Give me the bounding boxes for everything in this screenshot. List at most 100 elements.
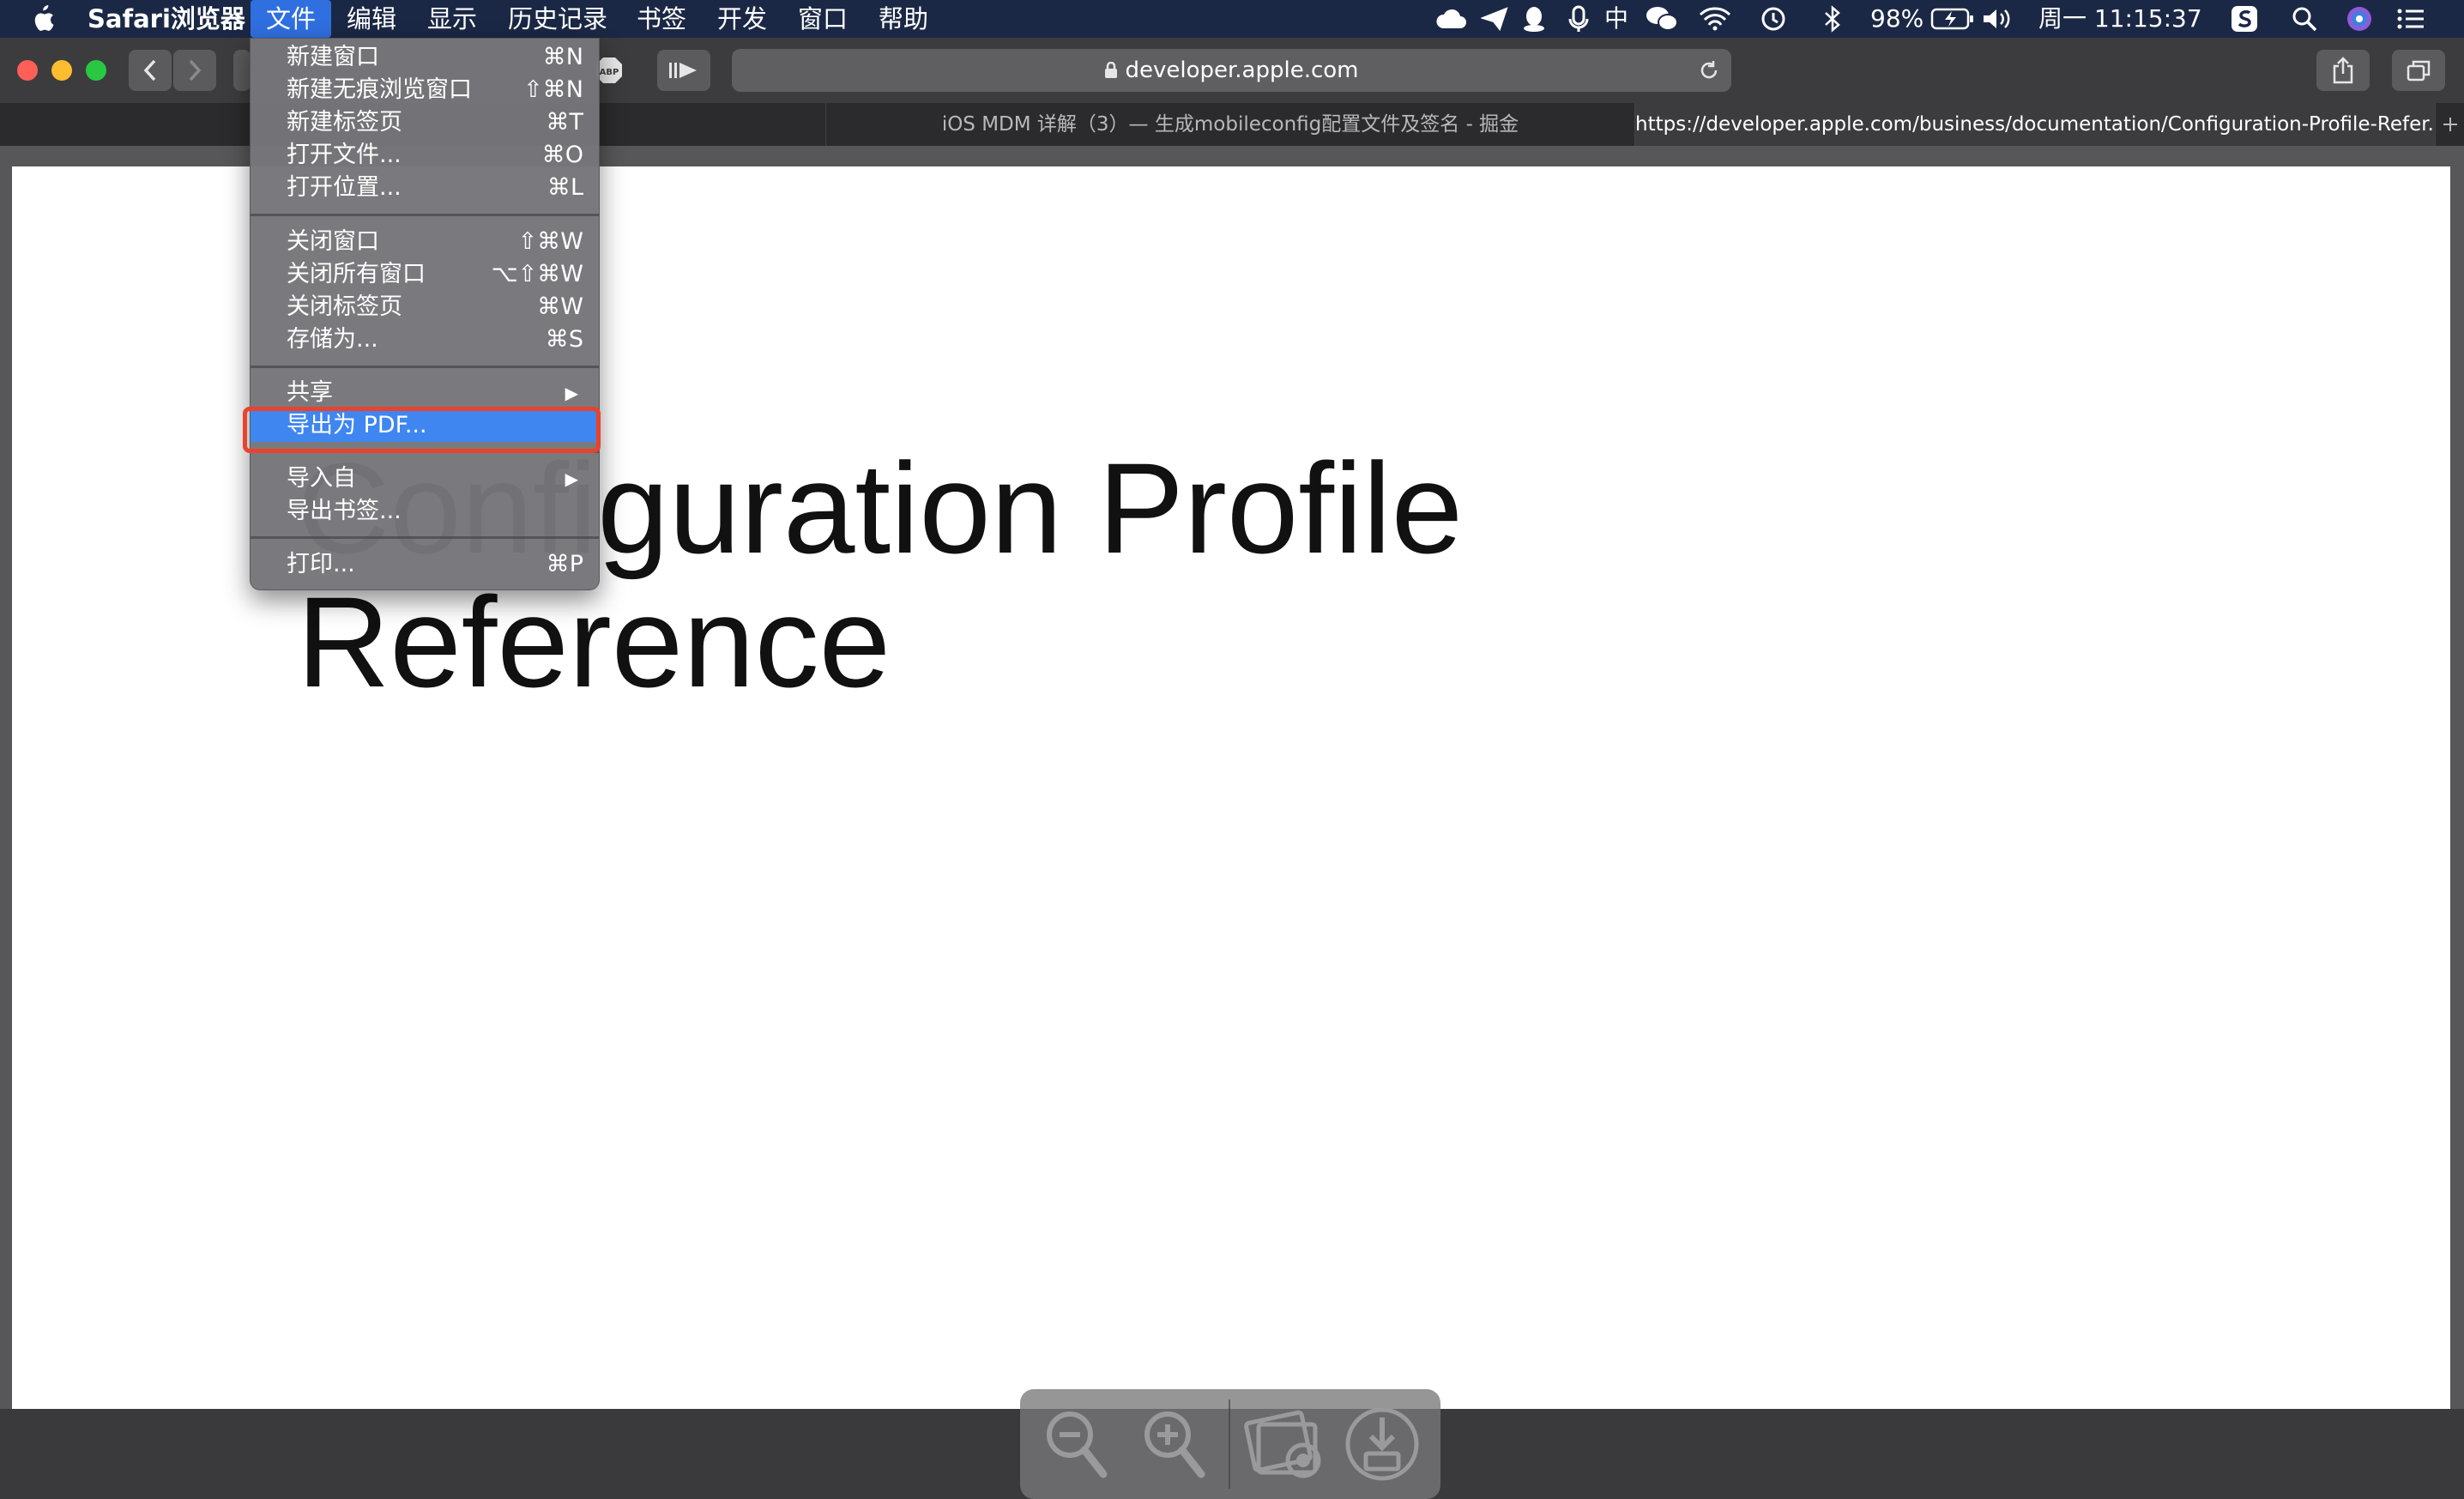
forward-button[interactable] xyxy=(173,50,216,91)
menu-item-shortcut: ⌘N xyxy=(542,44,583,70)
menu-separator xyxy=(251,536,599,539)
zoom-in-button[interactable] xyxy=(1132,1401,1217,1487)
menu-item-label: 打开位置... xyxy=(287,174,402,201)
download-pdf-button[interactable] xyxy=(1339,1401,1425,1487)
menu-item-label: 导入自 xyxy=(287,465,356,492)
chevron-right-icon xyxy=(189,59,202,82)
pdf-hud-toolbar xyxy=(1020,1389,1440,1499)
time-machine-icon[interactable] xyxy=(1755,0,1790,38)
close-window-button[interactable] xyxy=(17,60,38,81)
zoom-window-button[interactable] xyxy=(86,60,106,81)
chevron-left-icon xyxy=(143,59,156,82)
menu-bar: Safari浏览器 文件 编辑 显示 历史记录 书签 开发 窗口 帮助 中 98… xyxy=(0,0,2464,38)
siri-icon[interactable] xyxy=(2342,0,2376,38)
menu-edit[interactable]: 编辑 xyxy=(347,0,396,38)
menu-item-open-location[interactable]: 打开位置... ⌘L xyxy=(251,172,599,204)
address-bar[interactable]: developer.apple.com xyxy=(732,49,1731,92)
menu-item-shortcut: ⌘T xyxy=(546,109,584,136)
menu-view[interactable]: 显示 xyxy=(427,0,477,38)
menu-help[interactable]: 帮助 xyxy=(879,0,928,38)
apple-menu-icon[interactable] xyxy=(26,0,60,38)
zoom-out-icon xyxy=(1047,1411,1108,1478)
zoom-out-button[interactable] xyxy=(1034,1401,1120,1487)
menu-item-label: 存储为... xyxy=(287,326,378,353)
sidebar-button[interactable] xyxy=(233,50,251,91)
lock-icon xyxy=(1105,61,1118,78)
tab-juejin-article[interactable]: iOS MDM 详解（3）— 生成mobileconfig配置文件及签名 - 掘… xyxy=(825,103,1634,146)
menu-item-close-tab[interactable]: 关闭标签页 ⌘W xyxy=(251,291,599,323)
plus-icon xyxy=(2443,118,2457,131)
menu-app-name[interactable]: Safari浏览器 xyxy=(88,0,245,38)
minimize-window-button[interactable] xyxy=(51,60,72,81)
sogou-input-icon[interactable] xyxy=(2227,0,2262,38)
battery-charging-icon[interactable] xyxy=(1929,0,1977,38)
wechat-icon[interactable] xyxy=(1642,0,1682,38)
menu-item-shortcut: ⌘W xyxy=(537,293,583,320)
menu-bookmarks[interactable]: 书签 xyxy=(637,0,686,38)
volume-icon[interactable] xyxy=(1978,0,2016,38)
annotation-highlight-box xyxy=(243,407,601,453)
tab-overview-button[interactable] xyxy=(2392,50,2445,91)
menu-item-new-private-window[interactable]: 新建无痕浏览窗口 ⇧⌘N xyxy=(251,74,599,106)
input-method-indicator[interactable]: 中 xyxy=(1604,0,1628,38)
reload-icon[interactable] xyxy=(1697,58,1721,82)
svg-text:ABP: ABP xyxy=(600,68,619,77)
menu-item-shortcut: ⇧⌘W xyxy=(517,228,583,255)
submenu-arrow-icon: ▶ xyxy=(565,468,578,489)
open-in-preview-button[interactable] xyxy=(1241,1401,1327,1487)
battery-percentage[interactable]: 98% xyxy=(1870,0,1923,38)
submenu-arrow-icon: ▶ xyxy=(565,383,578,403)
menu-develop[interactable]: 开发 xyxy=(717,0,767,38)
paper-plane-icon[interactable] xyxy=(1477,0,1512,38)
menu-window[interactable]: 窗口 xyxy=(798,0,848,38)
menu-file[interactable]: 文件 xyxy=(251,0,332,38)
menu-item-label: 共享 xyxy=(287,379,333,406)
menu-separator xyxy=(251,214,599,216)
tab-apple-developer[interactable]: https://developer.apple.com/business/doc… xyxy=(1634,103,2435,146)
menu-item-label: 新建标签页 xyxy=(287,109,402,136)
new-tab-button[interactable] xyxy=(2435,103,2464,146)
menu-item-label: 关闭窗口 xyxy=(287,228,379,255)
menu-item-label: 关闭所有窗口 xyxy=(287,261,426,287)
menu-item-import-from[interactable]: 导入自 ▶ xyxy=(251,462,599,495)
menu-item-close-all-windows[interactable]: 关闭所有窗口 ⌥⇧⌘W xyxy=(251,258,599,291)
download-icon xyxy=(1345,1407,1419,1481)
menu-item-label: 打开文件... xyxy=(287,142,402,168)
share-button[interactable] xyxy=(2316,50,2370,91)
menu-item-save-as[interactable]: 存储为... ⌘S xyxy=(251,323,599,356)
qq-icon[interactable] xyxy=(1517,0,1551,38)
notification-center-icon[interactable] xyxy=(2392,0,2430,38)
menu-item-new-window[interactable]: 新建窗口 ⌘N xyxy=(251,41,599,74)
share-icon xyxy=(2333,57,2353,84)
back-button[interactable] xyxy=(129,50,172,91)
menu-item-shortcut: ⌘L xyxy=(547,174,583,201)
tab-title: https://developer.apple.com/business/doc… xyxy=(1635,113,2435,136)
menu-item-print[interactable]: 打印... ⌘P xyxy=(251,548,599,581)
menu-item-label: 新建无痕浏览窗口 xyxy=(287,76,472,103)
clock[interactable]: 周一 11:15:37 xyxy=(2038,0,2202,38)
menu-item-shortcut: ⌘S xyxy=(545,326,583,353)
menu-item-export-bookmarks[interactable]: 导出书签... xyxy=(251,495,599,528)
bluetooth-icon[interactable] xyxy=(1817,0,1848,38)
spotlight-search-icon[interactable] xyxy=(2287,0,2322,38)
menu-item-shortcut: ⇧⌘N xyxy=(523,76,583,103)
tabs-icon xyxy=(2407,60,2431,82)
hud-separator xyxy=(1229,1399,1230,1489)
menu-item-new-tab[interactable]: 新建标签页 ⌘T xyxy=(251,106,599,139)
menu-item-close-window[interactable]: 关闭窗口 ⇧⌘W xyxy=(251,226,599,258)
file-menu-dropdown: 新建窗口 ⌘N 新建无痕浏览窗口 ⇧⌘N 新建标签页 ⌘T 打开文件... ⌘O… xyxy=(250,38,600,590)
wifi-icon[interactable] xyxy=(1695,0,1735,38)
microphone-icon[interactable] xyxy=(1563,0,1594,38)
menu-item-share[interactable]: 共享 ▶ xyxy=(251,377,599,409)
menu-item-shortcut: ⌥⇧⌘W xyxy=(491,261,583,287)
menu-item-open-file[interactable]: 打开文件... ⌘O xyxy=(251,139,599,172)
zoom-in-icon xyxy=(1144,1411,1205,1478)
menu-item-label: 关闭标签页 xyxy=(287,293,402,320)
preview-app-icon xyxy=(1244,1410,1321,1478)
cloud-app-icon[interactable] xyxy=(1431,0,1471,38)
menu-item-shortcut: ⌘O xyxy=(541,142,583,168)
address-text[interactable]: developer.apple.com xyxy=(732,49,1731,92)
menu-history[interactable]: 历史记录 xyxy=(508,0,607,38)
menu-item-label: 导出书签... xyxy=(287,498,402,524)
reader-view-button[interactable] xyxy=(657,50,710,91)
